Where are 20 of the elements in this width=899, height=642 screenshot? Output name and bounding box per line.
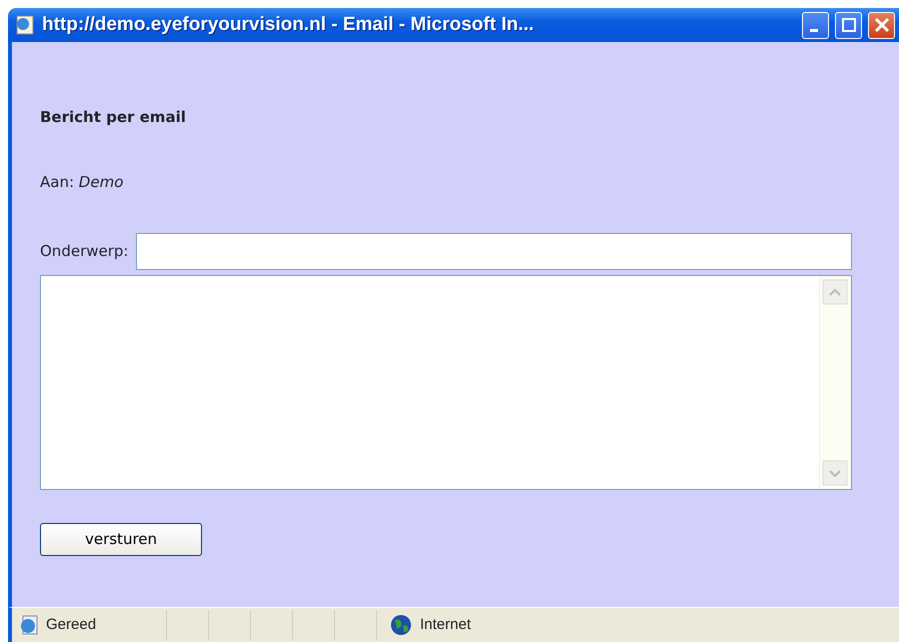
page-icon xyxy=(18,614,40,636)
minimize-icon xyxy=(810,28,818,32)
close-icon xyxy=(874,17,890,33)
form-heading: Bericht per email xyxy=(40,107,187,128)
recipient-text: Aan: Demo xyxy=(40,172,124,192)
scroll-down-icon[interactable] xyxy=(822,460,848,486)
maximize-icon xyxy=(842,18,856,32)
status-text: Gereed xyxy=(46,614,98,635)
subject-label: Onderwerp: xyxy=(40,241,128,262)
minimize-button[interactable] xyxy=(802,12,829,38)
browser-icon xyxy=(14,14,36,36)
subject-field[interactable] xyxy=(136,233,852,270)
scroll-up-icon[interactable] xyxy=(822,279,848,305)
globe-icon xyxy=(390,614,412,636)
maximize-button[interactable] xyxy=(835,12,862,38)
window-title: http://demo.eyeforyourvision.nl - Email - Microsoft In... xyxy=(42,12,535,37)
message-field[interactable] xyxy=(40,275,852,490)
send-button[interactable]: versturen xyxy=(40,523,202,556)
zone-text: Internet xyxy=(420,614,471,635)
close-button[interactable] xyxy=(868,12,895,38)
